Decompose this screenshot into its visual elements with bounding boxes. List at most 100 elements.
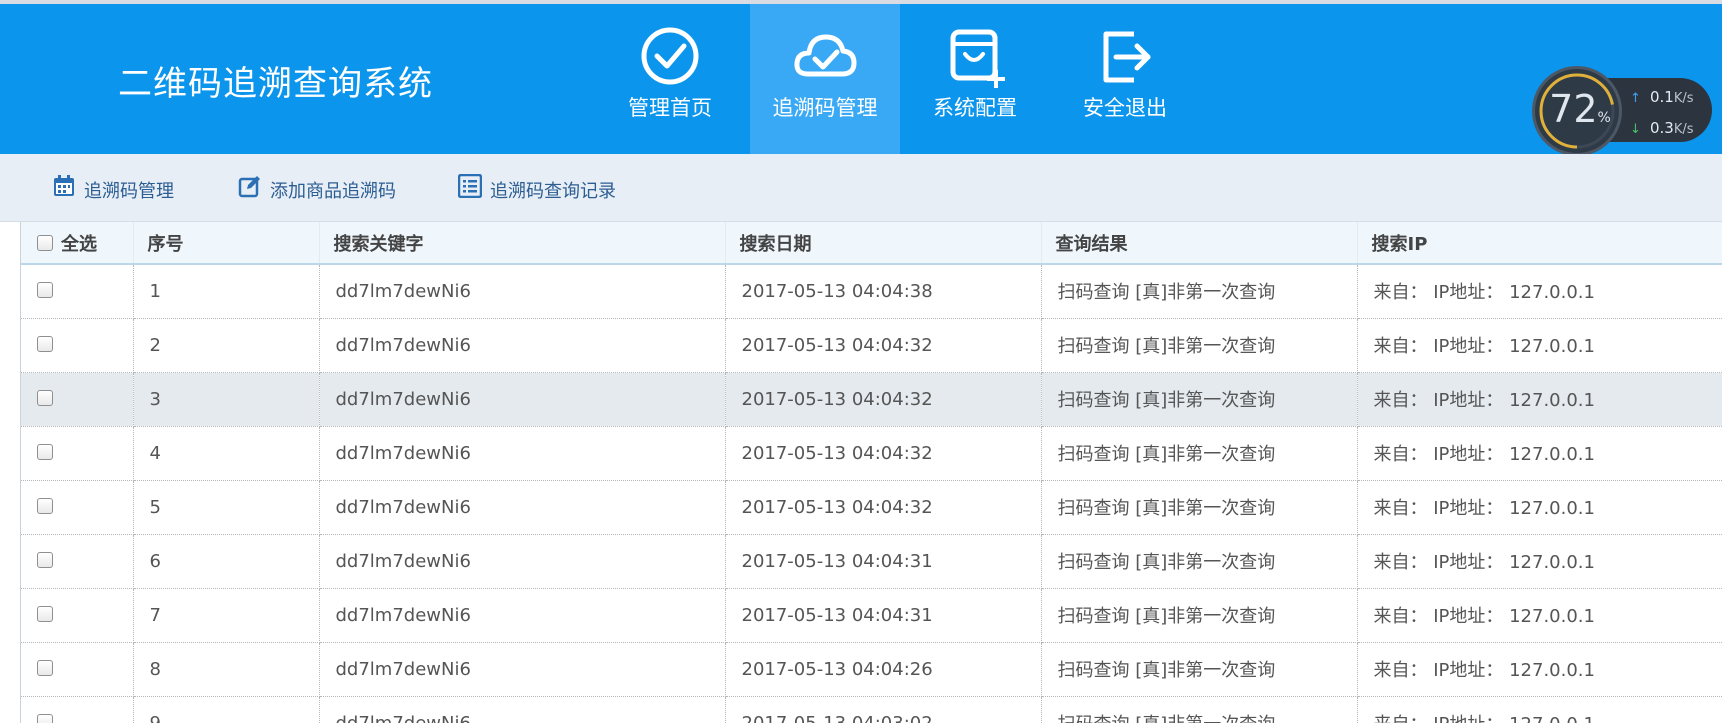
cell-result: 扫码查询 [真]非第一次查询 <box>1041 318 1358 373</box>
app-title: 二维码追溯查询系统 <box>118 64 433 104</box>
cell-ip: 来自： IP地址： 127.0.0.1 <box>1357 696 1722 723</box>
table-row[interactable]: 2 dd7lm7dewNi6 2017-05-13 04:04:32 扫码查询 [真]… <box>21 318 1722 373</box>
cell-checkbox[interactable] <box>21 480 134 535</box>
cell-keyword: dd7lm7dewNi6 <box>319 264 726 319</box>
cell-checkbox[interactable] <box>21 426 134 481</box>
arrow-up-icon: ↑ <box>1630 91 1641 106</box>
cell-keyword: dd7lm7dewNi6 <box>319 642 726 697</box>
cell-keyword: dd7lm7dewNi6 <box>319 372 726 427</box>
memory-percent-value: 72 <box>1549 87 1598 131</box>
check-circle-icon <box>641 27 699 85</box>
cell-result: 扫码查询 [真]非第一次查询 <box>1041 480 1358 535</box>
cell-result: 扫码查询 [真]非第一次查询 <box>1041 696 1358 723</box>
cell-checkbox[interactable] <box>21 696 134 723</box>
cell-checkbox[interactable] <box>21 588 134 643</box>
cell-index: 1 <box>133 264 320 319</box>
cell-date: 2017-05-13 04:04:26 <box>725 642 1042 697</box>
table-row[interactable]: 8 dd7lm7dewNi6 2017-05-13 04:04:26 扫码查询 [真]… <box>21 642 1722 697</box>
nav-home-label: 管理首页 <box>628 96 712 120</box>
sub-navigation: 追溯码管理 添加商品追溯码 追溯码查询记录 <box>0 154 1722 222</box>
cell-date: 2017-05-13 04:04:38 <box>725 264 1042 319</box>
cell-checkbox[interactable] <box>21 534 134 589</box>
table-row[interactable]: 4 dd7lm7dewNi6 2017-05-13 04:04:32 扫码查询 [真]… <box>21 426 1722 481</box>
table-row[interactable]: 9dd7lm7dewNi62017-05-13 04:03:02扫码查询 [真]… <box>21 696 1722 723</box>
row-checkbox[interactable] <box>37 282 53 298</box>
nav-logout[interactable]: 安全退出 <box>1050 4 1200 154</box>
cell-result: 扫码查询 [真]非第一次查询 <box>1041 642 1358 697</box>
row-checkbox[interactable] <box>37 551 53 568</box>
cell-ip: 来自： IP地址： 127.0.0.1 <box>1357 642 1722 697</box>
header-keyword: 搜索关键字 <box>319 222 726 265</box>
row-checkbox[interactable] <box>37 443 53 460</box>
cell-ip: 来自： IP地址： 127.0.0.1 <box>1357 588 1722 643</box>
top-header: 二维码追溯查询系统 管理首页 追溯码管理 系统配置 安全退出 <box>0 4 1722 154</box>
cell-checkbox[interactable] <box>21 372 134 427</box>
cell-date: 2017-05-13 04:04:32 <box>725 426 1042 481</box>
table-row[interactable]: 5 dd7lm7dewNi6 2017-05-13 04:04:32 扫码查询 [真]… <box>21 480 1722 535</box>
cell-keyword: dd7lm7dewNi6 <box>319 426 726 481</box>
subnav-trace-code-manage-label: 追溯码管理 <box>84 181 174 202</box>
row-checkbox[interactable] <box>37 605 53 622</box>
table-header-row: 全选 序号 搜索关键字 搜索日期 查询结果 搜索IP <box>21 222 1722 265</box>
cell-keyword: dd7lm7dewNi6 <box>319 588 726 643</box>
cloud-check-icon <box>794 34 857 77</box>
cell-checkbox[interactable] <box>21 318 134 373</box>
nav-trace-code-label: 追溯码管理 <box>772 96 878 120</box>
cell-date: 2017-05-13 04:04:31 <box>725 588 1042 643</box>
edit-icon <box>238 176 260 198</box>
list-icon <box>458 174 482 198</box>
cell-result: 扫码查询 [真]非第一次查询 <box>1041 264 1358 319</box>
cell-date: 2017-05-13 04:03:02 <box>725 696 1042 723</box>
download-speed-unit: K/s <box>1673 122 1694 137</box>
cell-result: 扫码查询 [真]非第一次查询 <box>1041 588 1358 643</box>
nav-system-config[interactable]: 系统配置 <box>900 4 1050 154</box>
cell-checkbox[interactable] <box>21 264 134 319</box>
cell-keyword: dd7lm7dewNi6 <box>319 480 726 535</box>
download-speed: ↓ 0.3K/s <box>1630 119 1694 137</box>
cell-ip: 来自： IP地址： 127.0.0.1 <box>1357 372 1722 427</box>
row-checkbox[interactable] <box>37 335 53 352</box>
nav-home[interactable]: 管理首页 <box>595 4 745 154</box>
cell-index: 6 <box>133 534 320 589</box>
upload-speed-unit: K/s <box>1673 91 1694 106</box>
arrow-down-icon: ↓ <box>1630 122 1641 137</box>
cell-keyword: dd7lm7dewNi6 <box>319 534 726 589</box>
row-checkbox[interactable] <box>37 497 53 514</box>
header-select-all[interactable]: 全选 <box>21 222 134 265</box>
row-checkbox[interactable] <box>37 389 53 406</box>
download-speed-value: 0.3 <box>1650 119 1674 137</box>
upload-speed: ↑ 0.1K/s <box>1630 88 1694 106</box>
box-add-icon <box>950 29 1005 88</box>
nav-system-config-label: 系统配置 <box>933 96 1017 120</box>
cell-checkbox[interactable] <box>21 642 134 697</box>
cell-index: 8 <box>133 642 320 697</box>
table-row[interactable]: 1 dd7lm7dewNi6 2017-05-13 04:04:38 扫码查询 [真]… <box>21 264 1722 319</box>
nav-trace-code[interactable]: 追溯码管理 <box>750 4 900 154</box>
select-all-checkbox[interactable] <box>37 234 53 251</box>
cell-ip: 来自： IP地址： 127.0.0.1 <box>1357 534 1722 589</box>
upload-speed-value: 0.1 <box>1650 88 1674 106</box>
cell-index: 2 <box>133 318 320 373</box>
memory-gauge: 72% <box>1532 66 1622 156</box>
network-speed-widget[interactable]: ↑ 0.1K/s ↓ 0.3K/s 72% <box>1532 66 1712 156</box>
cell-index: 7 <box>133 588 320 643</box>
nav-logout-label: 安全退出 <box>1083 96 1167 120</box>
header-date: 搜索日期 <box>725 222 1042 265</box>
row-checkbox[interactable] <box>37 713 53 723</box>
table-row[interactable]: 7 dd7lm7dewNi6 2017-05-13 04:04:31 扫码查询 [真]… <box>21 588 1722 643</box>
table-row[interactable]: 3 dd7lm7dewNi6 2017-05-13 04:04:32 扫码查询 [真]… <box>21 372 1722 427</box>
row-checkbox[interactable] <box>37 659 53 676</box>
cell-index: 9 <box>133 696 320 723</box>
cell-ip: 来自： IP地址： 127.0.0.1 <box>1357 318 1722 373</box>
memory-percent: 72% <box>1535 87 1625 131</box>
cell-result: 扫码查询 [真]非第一次查询 <box>1041 426 1358 481</box>
cell-ip: 来自： IP地址： 127.0.0.1 <box>1357 264 1722 319</box>
cell-ip: 来自： IP地址： 127.0.0.1 <box>1357 480 1722 535</box>
cell-result: 扫码查询 [真]非第一次查询 <box>1041 534 1358 589</box>
cell-date: 2017-05-13 04:04:32 <box>725 480 1042 535</box>
cell-date: 2017-05-13 04:04:32 <box>725 318 1042 373</box>
cell-keyword: dd7lm7dewNi6 <box>319 318 726 373</box>
select-all-label: 全选 <box>61 233 97 255</box>
table-row[interactable]: 6 dd7lm7dewNi6 2017-05-13 04:04:31 扫码查询 [真]… <box>21 534 1722 589</box>
query-records-table: 全选 序号 搜索关键字 搜索日期 查询结果 搜索IP 1 dd7lm7dewNi6… <box>20 222 1722 723</box>
